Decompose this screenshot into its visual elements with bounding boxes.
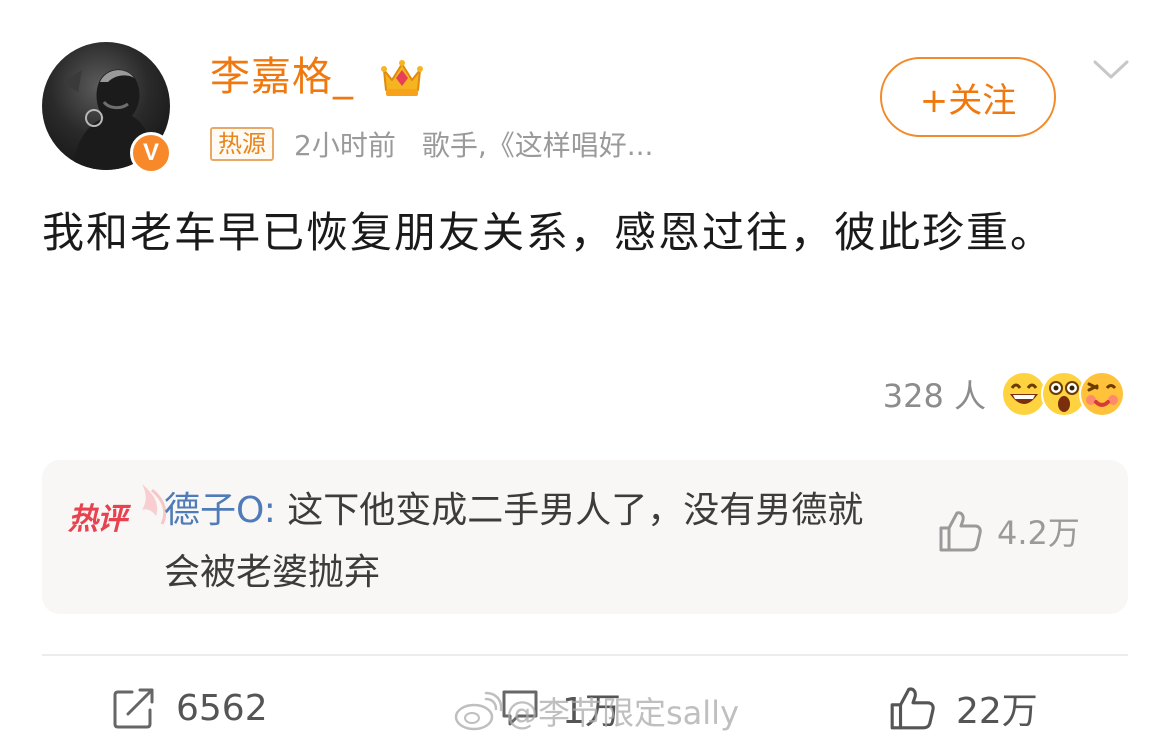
author-name[interactable]: 李嘉格_ — [210, 52, 354, 102]
hot-comment-tag: 热评 — [64, 480, 174, 540]
source-tag[interactable]: 热源 — [210, 127, 274, 161]
repost-button[interactable]: 6562 — [112, 680, 268, 736]
repost-count: 6562 — [176, 687, 268, 729]
crown-icon — [381, 60, 423, 96]
author-description: 歌手,《这样唱好... — [421, 129, 654, 162]
like-button[interactable]: 22万 — [888, 680, 1038, 736]
hot-tag-label: 热评 — [68, 502, 127, 537]
post-meta: 热源 2小时前 歌手,《这样唱好... — [210, 124, 653, 164]
watermark: @李节限定sally — [452, 688, 739, 734]
thumbs-up-icon — [939, 511, 982, 552]
post-text: 我和老车早已恢复朋友关系，感恩过往，彼此珍重。 — [42, 208, 1055, 257]
divider — [42, 654, 1128, 656]
comment-body: 德子O: 这下他变成二手男人了，没有男德就会被老婆抛弃 — [164, 480, 864, 604]
blush-emoji-icon — [1079, 371, 1125, 417]
commenter-name[interactable]: 德子O: — [164, 490, 276, 531]
repost-icon — [113, 688, 154, 729]
chevron-down-icon[interactable] — [1092, 58, 1130, 82]
reaction-summary[interactable]: 328 人 — [883, 366, 1126, 422]
reaction-count: 328 人 — [882, 377, 986, 415]
comment-like-button[interactable]: 4.2万 — [937, 508, 1080, 554]
post-time: 2小时前 — [294, 129, 396, 162]
avatar[interactable]: V — [42, 42, 172, 174]
verified-badge: V — [130, 132, 172, 174]
like-count: 22万 — [956, 691, 1038, 732]
hot-comment-card[interactable]: 热评 德子O: 这下他变成二手男人了，没有男德就会被老婆抛弃 4.2万 — [42, 460, 1128, 614]
weibo-logo-icon — [454, 691, 502, 731]
comment-like-count: 4.2万 — [997, 514, 1080, 552]
thumbs-up-icon — [890, 687, 935, 730]
follow-button[interactable]: +关注 — [880, 57, 1056, 137]
follow-label: +关注 — [919, 80, 1017, 121]
reaction-emojis — [1000, 368, 1126, 420]
watermark-text: @李节限定sally — [506, 694, 740, 732]
